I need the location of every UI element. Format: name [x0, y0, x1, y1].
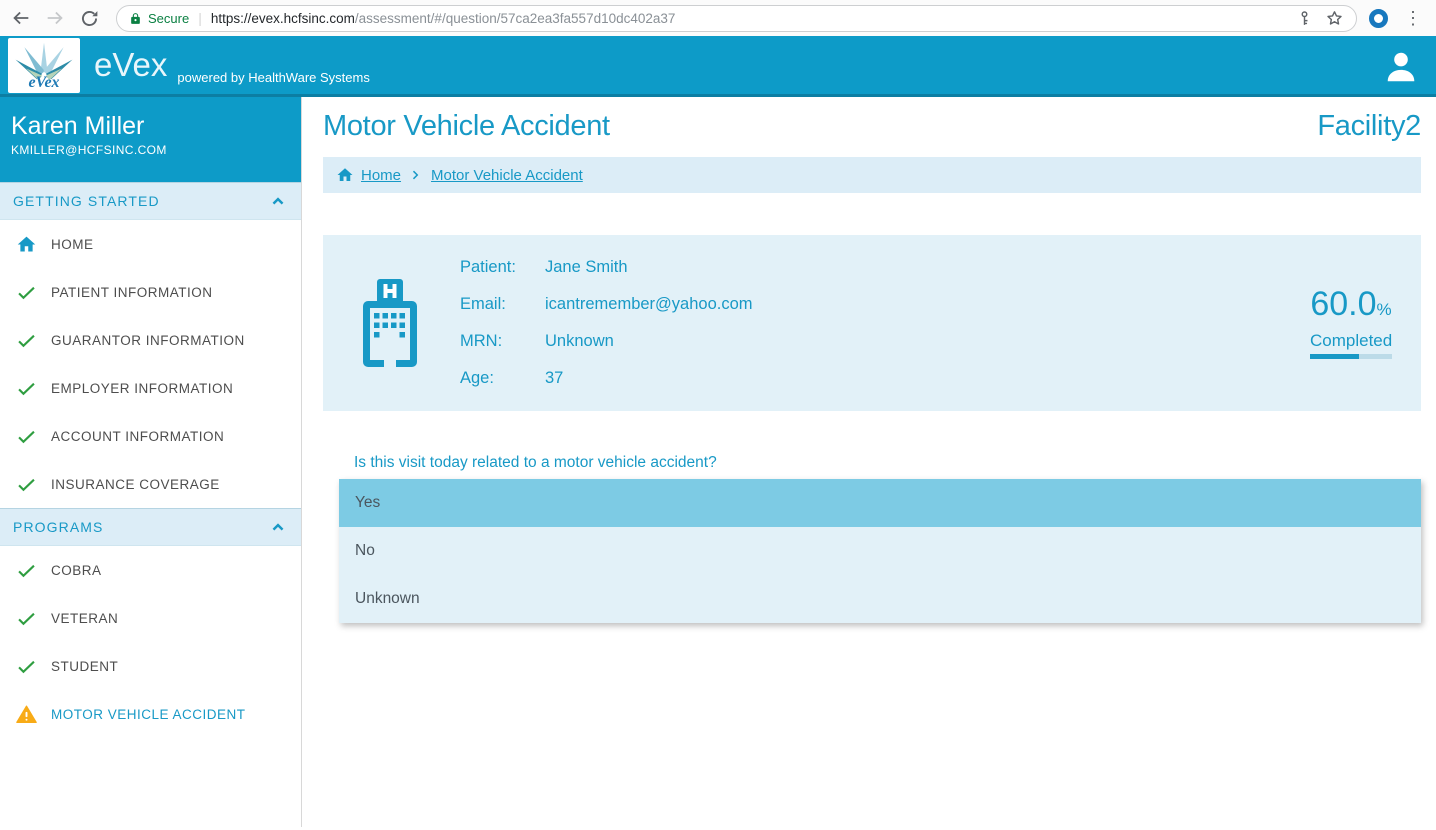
- breadcrumb-current-link[interactable]: Motor Vehicle Accident: [431, 167, 583, 184]
- sidebar-item-motor-vehicle-accident[interactable]: MOTOR VEHICLE ACCIDENT: [0, 690, 301, 738]
- check-icon: [16, 426, 37, 447]
- browser-toolbar: Secure | https://evex.hcfsinc.com/assess…: [0, 0, 1436, 36]
- sidebar-item-account-information[interactable]: ACCOUNT INFORMATION: [0, 412, 301, 460]
- check-icon: [16, 330, 37, 351]
- app-tagline: powered by HealthWare Systems: [177, 70, 369, 85]
- password-key-icon[interactable]: [1296, 10, 1313, 27]
- reload-icon[interactable]: [78, 7, 100, 29]
- breadcrumb-label: Home: [361, 167, 401, 184]
- sidebar-item-cobra[interactable]: COBRA: [0, 546, 301, 594]
- account-icon[interactable]: [1382, 48, 1420, 86]
- check-icon: [16, 560, 37, 581]
- user-name: Karen Miller: [11, 113, 301, 139]
- option-unknown[interactable]: Unknown: [339, 575, 1421, 623]
- browser-extension-icon[interactable]: [1369, 9, 1388, 28]
- sidebar-item-label: VETERAN: [51, 611, 118, 626]
- sidebar-item-insurance-coverage[interactable]: INSURANCE COVERAGE: [0, 460, 301, 508]
- omnibox-divider: |: [198, 10, 202, 26]
- browser-menu-icon[interactable]: ⋮: [1400, 9, 1426, 27]
- progress-bar: [1310, 354, 1392, 359]
- url-path: /assessment/#/question/57ca2ea3fa557d10d…: [355, 11, 676, 26]
- section-label: PROGRAMS: [13, 519, 103, 535]
- section-label: GETTING STARTED: [13, 193, 160, 209]
- sidebar-item-label: INSURANCE COVERAGE: [51, 477, 220, 492]
- sidebar-item-label: HOME: [51, 237, 94, 252]
- section-getting-started[interactable]: GETTING STARTED: [0, 182, 301, 220]
- chevron-up-icon: [269, 518, 287, 536]
- breadcrumb-home-link[interactable]: Home: [336, 166, 401, 184]
- sidebar-item-label: PATIENT INFORMATION: [51, 285, 213, 300]
- field-label: Age:: [460, 360, 545, 397]
- sidebar-item-guarantor-information[interactable]: GUARANTOR INFORMATION: [0, 316, 301, 364]
- sidebar-item-label: MOTOR VEHICLE ACCIDENT: [51, 707, 246, 722]
- check-icon: [16, 608, 37, 629]
- breadcrumb-label: Motor Vehicle Accident: [431, 167, 583, 184]
- address-bar[interactable]: Secure | https://evex.hcfsinc.com/assess…: [116, 5, 1357, 32]
- warning-icon: [16, 704, 37, 725]
- option-label: Yes: [355, 494, 380, 512]
- completion-percent: 60.0%: [1310, 287, 1392, 327]
- sidebar-user-block: Karen Miller KMILLER@HCFSINC.COM: [0, 97, 301, 182]
- field-value: Unknown: [545, 323, 614, 360]
- sidebar-item-label: ACCOUNT INFORMATION: [51, 429, 224, 444]
- svg-text:eVex: eVex: [28, 74, 59, 90]
- app-name: eVex: [94, 46, 167, 84]
- section-programs[interactable]: PROGRAMS: [0, 508, 301, 546]
- sidebar-item-student[interactable]: STUDENT: [0, 642, 301, 690]
- field-label: MRN:: [460, 323, 545, 360]
- security-chip[interactable]: Secure: [129, 11, 189, 26]
- user-email: KMILLER@HCFSINC.COM: [11, 143, 301, 157]
- url-domain: https://evex.hcfsinc.com: [211, 11, 355, 26]
- back-icon[interactable]: [10, 7, 32, 29]
- option-no[interactable]: No: [339, 527, 1421, 575]
- sidebar: Karen Miller KMILLER@HCFSINC.COM GETTING…: [0, 97, 302, 827]
- field-value: 37: [545, 360, 563, 397]
- sidebar-item-label: GUARANTOR INFORMATION: [51, 333, 245, 348]
- completion-label: Completed: [1310, 331, 1392, 351]
- sidebar-item-patient-information[interactable]: PATIENT INFORMATION: [0, 268, 301, 316]
- secure-label: Secure: [148, 11, 189, 26]
- field-label: Patient:: [460, 249, 545, 286]
- patient-field: MRN:Unknown: [460, 323, 753, 360]
- bookmark-star-icon[interactable]: [1325, 9, 1344, 28]
- patient-field: Email:icantremember@yahoo.com: [460, 286, 753, 323]
- main-content: Motor Vehicle Accident Facility2 Home Mo…: [302, 97, 1436, 827]
- check-icon: [16, 378, 37, 399]
- hospital-icon: [355, 277, 425, 369]
- patient-card: Patient:Jane Smith Email:icantremember@y…: [323, 235, 1421, 411]
- page-title: Motor Vehicle Accident: [323, 110, 610, 143]
- option-label: Unknown: [355, 590, 420, 608]
- home-icon: [16, 234, 37, 255]
- field-label: Email:: [460, 286, 545, 323]
- field-value: Jane Smith: [545, 249, 628, 286]
- evex-logo: eVex: [8, 38, 80, 93]
- breadcrumb: Home Motor Vehicle Accident: [323, 157, 1421, 193]
- sidebar-item-employer-information[interactable]: EMPLOYER INFORMATION: [0, 364, 301, 412]
- check-icon: [16, 282, 37, 303]
- question-text: Is this visit today related to a motor v…: [354, 454, 1421, 472]
- sidebar-item-label: EMPLOYER INFORMATION: [51, 381, 233, 396]
- url-text: https://evex.hcfsinc.com/assessment/#/qu…: [211, 11, 676, 26]
- app-header: eVex eVex powered by HealthWare Systems: [0, 36, 1436, 97]
- facility-label: Facility2: [1317, 110, 1421, 143]
- sidebar-item-label: STUDENT: [51, 659, 118, 674]
- check-icon: [16, 656, 37, 677]
- forward-icon[interactable]: [44, 7, 66, 29]
- option-yes[interactable]: Yes: [339, 479, 1421, 527]
- sidebar-item-veteran[interactable]: VETERAN: [0, 594, 301, 642]
- answer-options: Yes No Unknown: [339, 479, 1421, 623]
- option-label: No: [355, 542, 375, 560]
- check-icon: [16, 474, 37, 495]
- patient-field: Age:37: [460, 360, 753, 397]
- patient-fields: Patient:Jane Smith Email:icantremember@y…: [460, 249, 753, 397]
- chevron-up-icon: [269, 192, 287, 210]
- chevron-right-icon: [408, 167, 424, 183]
- field-value: icantremember@yahoo.com: [545, 286, 753, 323]
- sidebar-item-home[interactable]: HOME: [0, 220, 301, 268]
- patient-field: Patient:Jane Smith: [460, 249, 753, 286]
- home-icon: [336, 166, 354, 184]
- lock-icon: [129, 11, 142, 26]
- completion-progress: 60.0% Completed: [1310, 287, 1392, 359]
- sidebar-item-label: COBRA: [51, 563, 102, 578]
